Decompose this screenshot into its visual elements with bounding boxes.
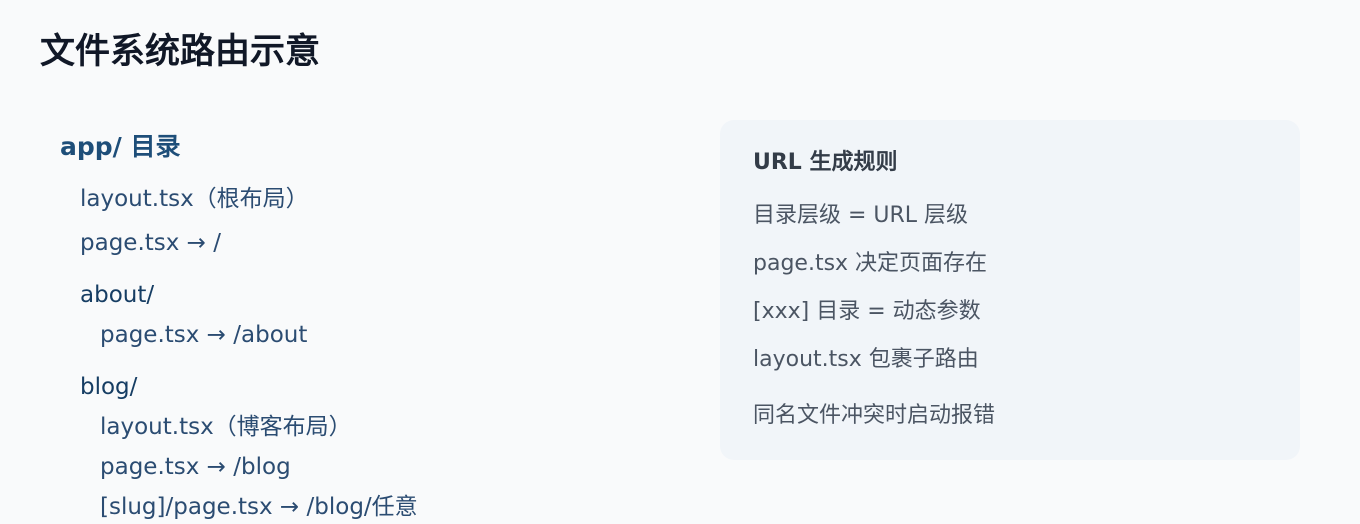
tree-item-about-page: page.tsx → /about — [100, 322, 308, 348]
tree-item-root-page: page.tsx → / — [80, 230, 222, 256]
tree-item-blog-page: page.tsx → /blog — [100, 454, 291, 480]
rule-item: 同名文件冲突时启动报错 — [753, 403, 996, 428]
tree-root-app-dir: app/ 目录 — [60, 132, 181, 161]
rule-item: [xxx] 目录 = 动态参数 — [753, 299, 981, 324]
tree-item-root-layout: layout.tsx（根布局） — [80, 186, 309, 212]
rule-item: 目录层级 = URL 层级 — [753, 203, 969, 228]
tree-dir-blog: blog/ — [80, 374, 138, 400]
url-rules-card: URL 生成规则 目录层级 = URL 层级 page.tsx 决定页面存在 [… — [720, 120, 1300, 460]
rules-title: URL 生成规则 — [753, 150, 898, 175]
tree-item-blog-layout: layout.tsx（博客布局） — [100, 414, 352, 440]
tree-dir-about: about/ — [80, 282, 155, 308]
page-title: 文件系统路由示意 — [40, 32, 321, 72]
rule-item: page.tsx 决定页面存在 — [753, 251, 988, 276]
rule-item: layout.tsx 包裹子路由 — [753, 347, 979, 372]
tree-item-blog-slug-page: [slug]/page.tsx → /blog/任意 — [100, 494, 418, 520]
